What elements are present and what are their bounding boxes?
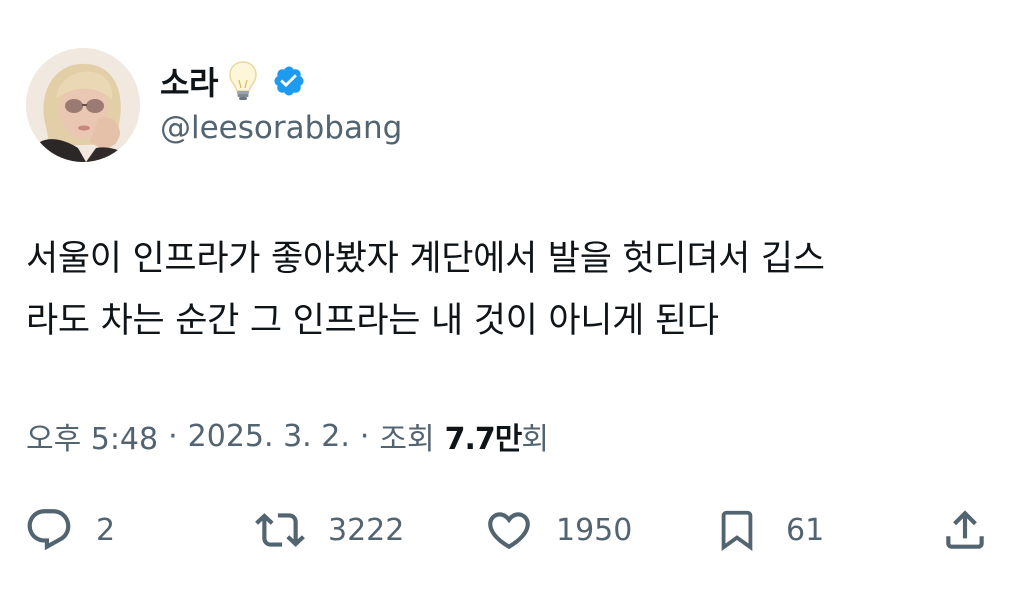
avatar[interactable] bbox=[26, 48, 140, 162]
verified-badge-icon[interactable] bbox=[272, 64, 306, 98]
bookmark-icon bbox=[721, 510, 753, 551]
share-button[interactable] bbox=[940, 500, 990, 560]
like-button[interactable]: 1950 bbox=[484, 500, 632, 560]
tweet-text: 서울이 인프라가 좋아봤자 계단에서 발을 헛디뎌서 깁스 라도 차는 순간 그… bbox=[26, 239, 825, 341]
tweet-actions: 2 3222 1950 61 bbox=[0, 500, 1024, 560]
bookmark-count: 61 bbox=[786, 512, 825, 548]
meta-separator: · bbox=[359, 418, 370, 454]
author-name-row: 소라 bbox=[160, 58, 306, 104]
author-display-name[interactable]: 소라 bbox=[160, 58, 218, 104]
retweet-count: 3222 bbox=[328, 512, 405, 548]
author-handle[interactable]: @leesorabbang bbox=[160, 110, 402, 146]
heart-icon bbox=[488, 512, 530, 550]
retweet-button[interactable]: 3222 bbox=[252, 500, 404, 560]
tweet-time[interactable]: 오후 5:48 bbox=[26, 414, 158, 458]
tweet-meta: 오후 5:48 · 2025. 3. 2. · 조회 7.7만 회 bbox=[26, 414, 549, 458]
retweet-icon bbox=[255, 513, 305, 547]
bookmark-button[interactable]: 61 bbox=[714, 500, 824, 560]
share-icon bbox=[946, 510, 984, 549]
tweet-date[interactable]: 2025. 3. 2. bbox=[188, 419, 350, 454]
views-count: 7.7만 bbox=[444, 422, 523, 457]
reply-icon bbox=[27, 509, 71, 551]
tweet: 소라 @leesorabbang 서울이 인프라가 좋아봤자 계단에서 발을 헛… bbox=[0, 0, 1024, 600]
meta-separator: · bbox=[168, 418, 178, 454]
views-suffix: 회 bbox=[521, 422, 549, 457]
views-prefix: 조회 bbox=[379, 422, 435, 457]
like-count: 1950 bbox=[556, 512, 633, 548]
reply-button[interactable]: 2 bbox=[24, 500, 115, 560]
reply-count: 2 bbox=[96, 512, 116, 548]
avatar-image bbox=[26, 48, 140, 162]
light-bulb-icon bbox=[228, 60, 258, 102]
